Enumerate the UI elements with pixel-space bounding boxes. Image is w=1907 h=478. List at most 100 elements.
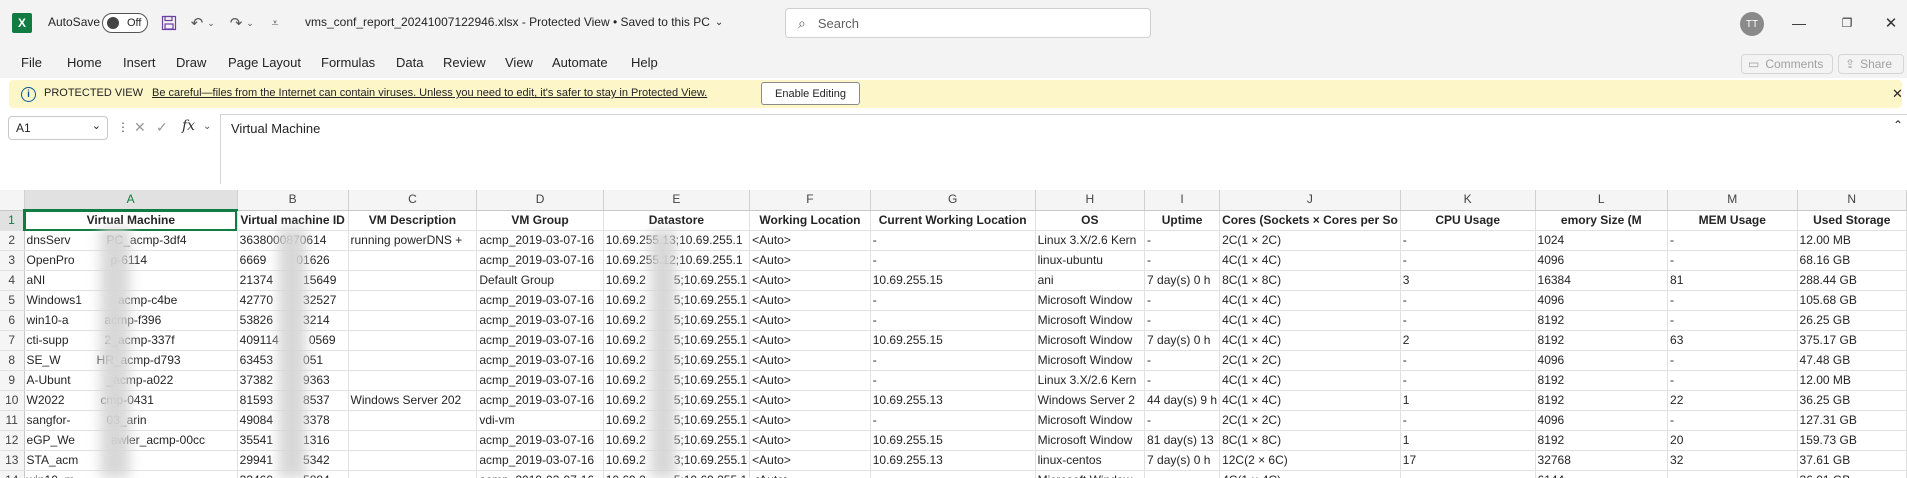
tab-page-layout[interactable]: Page Layout [228,55,301,70]
table-cell[interactable]: Microsoft Window [1035,290,1146,311]
table-cell[interactable]: 8192 [1535,390,1669,411]
table-cell[interactable]: 37.61 GB [1797,450,1907,471]
tab-file[interactable]: File [21,55,42,70]
table-cell[interactable]: acmp_2019-03-07-16 [476,370,604,391]
table-cell[interactable]: acmp_2019-03-07-16 [476,250,604,271]
column-header[interactable]: E [603,190,751,211]
save-icon[interactable] [158,12,180,34]
table-cell[interactable] [348,450,478,471]
table-cell[interactable]: - [1400,470,1536,478]
header-cell[interactable]: OS [1035,210,1146,231]
tab-data[interactable]: Data [396,55,423,70]
enable-editing-button[interactable]: Enable Editing [761,82,860,105]
table-cell[interactable]: 10.69.2 5;10.69.255.1 [603,390,751,411]
table-cell[interactable]: A-Ubunt _acmp-a022 [24,370,238,391]
table-cell[interactable]: 10.69.255.15 [870,430,1036,451]
row-header[interactable]: 8 [0,350,25,371]
table-cell[interactable]: 7 day(s) 0 h [1144,330,1221,351]
table-cell[interactable]: 10.69.255.13;10.69.255.1 [603,230,751,251]
table-cell[interactable]: - [1400,350,1536,371]
table-cell[interactable]: 12.00 MB [1797,230,1907,251]
protected-view-message-link[interactable]: Be careful—files from the Internet can c… [152,87,707,99]
table-cell[interactable]: 8192 [1535,330,1669,351]
table-cell[interactable]: 10.69.255.15 [870,330,1036,351]
table-cell[interactable]: - [1667,370,1798,391]
table-cell[interactable]: 8C(1 × 8C) [1219,270,1401,291]
table-cell[interactable]: 81 [1667,270,1798,291]
table-cell[interactable] [348,250,478,271]
table-cell[interactable]: - [870,250,1036,271]
table-cell[interactable]: 10.69.2 5;10.69.255.1 [603,330,751,351]
table-cell[interactable]: 12C(2 × 6C) [1219,450,1401,471]
table-cell[interactable]: 159.73 GB [1797,430,1907,451]
table-cell[interactable]: 63 [1667,330,1798,351]
header-cell[interactable]: CPU Usage [1400,210,1536,231]
column-header[interactable]: K [1400,190,1536,211]
table-cell[interactable]: SE_W HR_acmp-d793 [24,350,238,371]
table-cell[interactable]: win10_m [24,470,238,478]
table-cell[interactable]: vdi-vm [476,410,604,431]
table-cell[interactable]: 10.69.255.13 [870,450,1036,471]
table-cell[interactable]: 4C(1 × 4C) [1219,370,1401,391]
table-cell[interactable]: 4096 [1535,350,1669,371]
table-cell[interactable]: 81 day(s) 13 [1144,430,1221,451]
table-cell[interactable]: 4C(1 × 4C) [1219,310,1401,331]
autosave-toggle[interactable]: Off [102,13,148,33]
table-cell[interactable]: 8C(1 × 8C) [1219,430,1401,451]
formula-input[interactable]: Virtual Machine [220,114,1907,184]
table-cell[interactable]: - [1144,310,1221,331]
table-cell[interactable]: Windows1 acmp-c4be [24,290,238,311]
table-cell[interactable]: 32 [1667,450,1798,471]
name-box[interactable]: A1 ⌄ [8,116,108,140]
table-cell[interactable]: Microsoft Window [1035,410,1146,431]
table-cell[interactable]: 10.69.2 5;10.69.255.1 [603,370,751,391]
tab-home[interactable]: Home [67,55,102,70]
table-cell[interactable]: Windows Server 2 [1035,390,1146,411]
table-cell[interactable]: <Auto> [749,390,871,411]
table-cell[interactable]: 375.17 GB [1797,330,1907,351]
spreadsheet-grid[interactable]: A B C D E F G H I J K L M N 1 Virtual Mac… [0,190,1907,478]
table-cell[interactable]: Linux 3.X/2.6 Kern [1035,230,1146,251]
table-cell[interactable]: - [1400,310,1536,331]
table-cell[interactable]: eGP_We awler_acmp-00cc [24,430,238,451]
table-cell[interactable]: - [1144,470,1221,478]
table-cell[interactable]: 4C(1 × 4C) [1219,290,1401,311]
column-header[interactable]: J [1219,190,1401,211]
insert-function-icon[interactable]: fx [182,118,195,134]
column-header[interactable]: A [24,190,238,211]
table-cell[interactable]: <Auto> [749,270,871,291]
table-cell[interactable]: - [1400,290,1536,311]
share-button[interactable]: ⇪ Share [1838,54,1904,74]
table-cell[interactable]: acmp_2019-03-07-16 [476,350,604,371]
table-cell[interactable]: acmp_2019-03-07-16 [476,330,604,351]
table-cell[interactable]: <Auto> [749,310,871,331]
table-cell[interactable]: 4C(1 × 4C) [1219,470,1401,478]
column-header[interactable]: L [1535,190,1669,211]
chevron-down-icon[interactable]: ⌄ [244,12,256,34]
column-header[interactable]: F [749,190,871,211]
table-cell[interactable]: - [1667,350,1798,371]
header-cell[interactable]: Uptime [1144,210,1221,231]
table-cell[interactable]: 10.69.2 5;10.69.255.1 [603,290,751,311]
table-cell[interactable]: - [1144,230,1221,251]
column-header[interactable]: D [476,190,604,211]
row-header[interactable]: 13 [0,450,25,471]
table-cell[interactable]: 8192 [1535,430,1669,451]
table-cell[interactable]: - [1667,230,1798,251]
minimize-icon[interactable]: — [1784,11,1814,35]
table-cell[interactable]: 10.69.255.15 [870,270,1036,291]
column-header[interactable]: G [870,190,1036,211]
table-cell[interactable]: linux-centos [1035,450,1146,471]
customize-quick-access-icon[interactable]: ⩡ [264,12,286,34]
table-cell[interactable]: 26.25 GB [1797,310,1907,331]
table-cell[interactable]: 10.69.255.13 [870,390,1036,411]
table-cell[interactable]: ani [1035,270,1146,291]
table-cell[interactable]: 10.69.2 5;10.69.255.1 [603,350,751,371]
table-cell[interactable]: Microsoft Window [1035,350,1146,371]
enter-icon[interactable]: ✓ [156,119,168,136]
table-cell[interactable]: 44 day(s) 9 h [1144,390,1221,411]
table-cell[interactable]: <Auto> [749,290,871,311]
table-cell[interactable]: 8192 [1535,310,1669,331]
table-cell[interactable]: 1024 [1535,230,1669,251]
more-options-icon[interactable]: ⋮ [117,120,129,134]
